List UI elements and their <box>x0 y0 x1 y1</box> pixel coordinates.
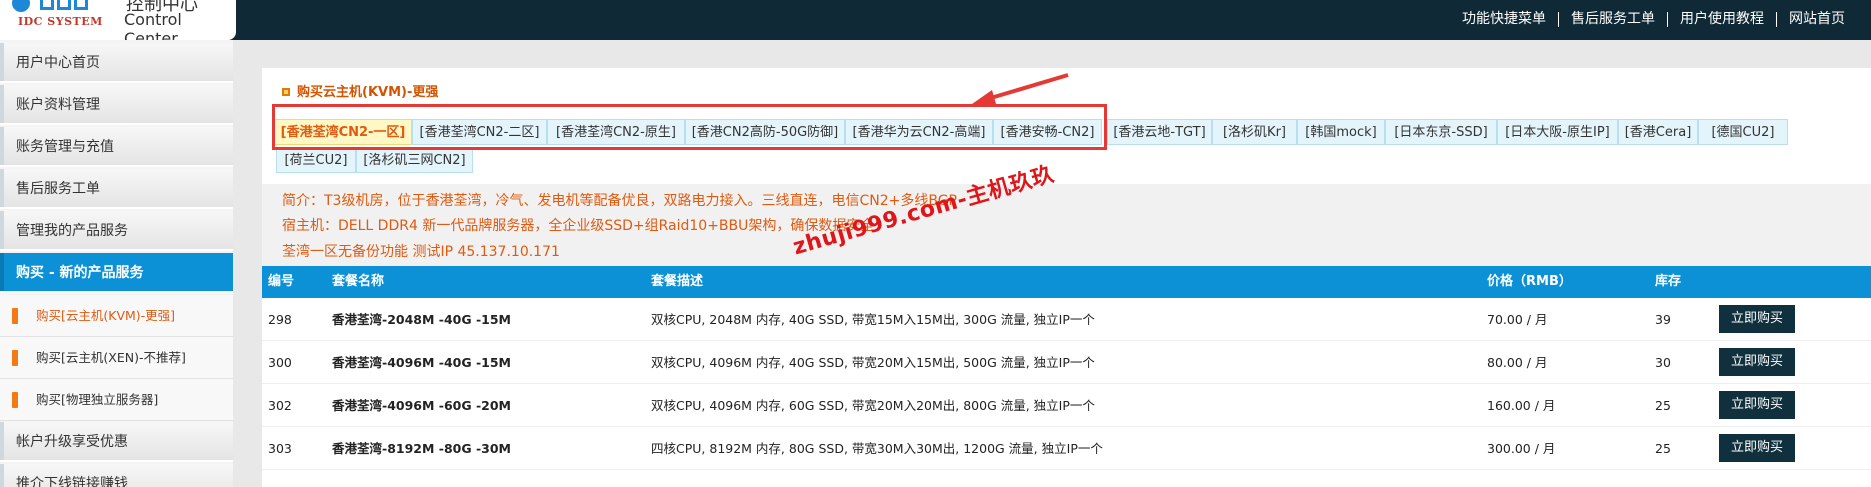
sidebar-item-buy[interactable]: 购买 - 新的产品服务 <box>0 253 233 293</box>
cell-stock: 25 <box>1655 398 1671 413</box>
tab-region[interactable]: [香港荃湾CN2-二区] <box>412 119 547 145</box>
sidebar-sub-label: 购买[物理独立服务器] <box>36 392 159 407</box>
cell-id: 300 <box>268 355 292 370</box>
buy-now-button[interactable]: 立即购买 <box>1719 391 1795 419</box>
header-desc: 套餐描述 <box>651 274 704 289</box>
title-square-icon <box>282 88 290 96</box>
tab-region[interactable]: [香港Cera] <box>1618 119 1698 145</box>
cell-price: 160.00 / 月 <box>1487 398 1556 413</box>
sidebar: 用户中心首页 账户资料管理 账务管理与充值 售后服务工单 管理我的产品服务 购买… <box>0 40 233 487</box>
cell-desc: 双核CPU, 4096M 内存, 60G SSD, 带宽20M入20M出, 80… <box>651 398 1095 413</box>
cell-price: 70.00 / 月 <box>1487 312 1548 327</box>
cell-name: 香港荃湾-4096M -40G -15M <box>332 355 511 370</box>
sidebar-item-home[interactable]: 用户中心首页 <box>0 43 233 83</box>
bullet-icon <box>12 308 18 324</box>
cell-stock: 25 <box>1655 441 1671 456</box>
sidebar-item-tickets[interactable]: 售后服务工单 <box>0 169 233 209</box>
annotation-arrow-icon <box>972 73 1069 104</box>
tab-region[interactable]: [洛杉矶三网CN2] <box>356 147 473 173</box>
sidebar-sub-kvm[interactable]: 购买[云主机(KVM)-更强] <box>0 295 233 337</box>
description-line: 宿主机：DELL DDR4 新一代品牌服务器，全企业级SSD+组Raid10+B… <box>282 218 875 234</box>
description-line: 荃湾一区无备份功能 测试IP 45.137.10.171 <box>282 244 560 260</box>
sidebar-item-billing[interactable]: 账务管理与充值 <box>0 127 233 167</box>
logo-mark-icon <box>40 0 110 12</box>
cell-id: 302 <box>268 398 292 413</box>
buy-now-button[interactable]: 立即购买 <box>1719 434 1795 462</box>
header-id: 编号 <box>268 274 295 289</box>
tab-region[interactable]: [香港CN2高防-50G防御] <box>685 119 845 145</box>
cell-desc: 双核CPU, 4096M 内存, 40G SSD, 带宽20M入15M出, 50… <box>651 355 1095 370</box>
tab-region[interactable]: [韩国mock] <box>1297 119 1385 145</box>
page-title: 购买云主机(KVM)-更强 <box>282 81 438 100</box>
table-row: 300 香港荃湾-4096M -40G -15M 双核CPU, 4096M 内存… <box>262 341 1871 384</box>
tab-region[interactable]: [香港荃湾CN2-一区] <box>274 119 412 145</box>
tab-region[interactable]: [洛杉矶Kr] <box>1212 119 1297 145</box>
product-description: 简介：T3级机房，位于香港荃湾，冷气、发电机等配备优良，双路电力接入。三线直连，… <box>262 184 1871 268</box>
sidebar-item-profile[interactable]: 账户资料管理 <box>0 85 233 125</box>
description-line: 简介：T3级机房，位于香港荃湾，冷气、发电机等配备优良，双路电力接入。三线直连，… <box>282 193 957 209</box>
sidebar-sub-dedicated[interactable]: 购买[物理独立服务器] <box>0 379 233 421</box>
table-row: 303 香港荃湾-8192M -80G -30M 四核CPU, 8192M 内存… <box>262 427 1871 470</box>
bullet-icon <box>12 392 18 408</box>
tab-region[interactable]: [荷兰CU2] <box>276 147 356 173</box>
cell-name: 香港荃湾-4096M -60G -20M <box>332 398 511 413</box>
cell-id: 303 <box>268 441 292 456</box>
sidebar-item-upgrade[interactable]: 帐户升级享受优惠 <box>0 422 233 462</box>
cell-stock: 30 <box>1655 355 1671 370</box>
header-name: 套餐名称 <box>332 274 385 289</box>
header-price: 价格（RMB） <box>1487 274 1572 289</box>
sidebar-sub-label: 购买[云主机(XEN)-不推荐] <box>36 350 186 365</box>
logo-dot-icon <box>12 0 30 12</box>
cell-price: 300.00 / 月 <box>1487 441 1556 456</box>
sidebar-sub-xen[interactable]: 购买[云主机(XEN)-不推荐] <box>0 337 233 379</box>
nav-quick-menu[interactable]: 功能快捷菜单 <box>1450 12 1559 27</box>
top-bar: 控制中心 IDC SYSTEM Control Center 功能快捷菜单 售后… <box>0 0 1871 48</box>
tab-region[interactable]: [香港荃湾CN2-原生] <box>547 119 685 145</box>
sidebar-sub-label: 购买[云主机(KVM)-更强] <box>36 308 176 323</box>
tab-region[interactable]: [香港华为云CN2-高端] <box>845 119 993 145</box>
cell-desc: 四核CPU, 8192M 内存, 80G SSD, 带宽30M入30M出, 12… <box>651 441 1103 456</box>
buy-now-button[interactable]: 立即购买 <box>1719 348 1795 376</box>
tab-region[interactable]: [日本东京-SSD] <box>1385 119 1497 145</box>
cell-id: 298 <box>268 312 292 327</box>
tab-region[interactable]: [德国CU2] <box>1698 119 1788 145</box>
buy-now-button[interactable]: 立即购买 <box>1719 305 1795 333</box>
header-stock: 库存 <box>1655 274 1682 289</box>
cell-desc: 双核CPU, 2048M 内存, 40G SSD, 带宽15M入15M出, 30… <box>651 312 1095 327</box>
logo[interactable]: 控制中心 IDC SYSTEM Control Center <box>0 0 236 48</box>
tab-region[interactable]: [香港云地-TGT] <box>1107 119 1212 145</box>
cell-name: 香港荃湾-8192M -80G -30M <box>332 441 511 456</box>
nav-tutorial[interactable]: 用户使用教程 <box>1668 12 1777 27</box>
table-row: 302 香港荃湾-4096M -60G -20M 双核CPU, 4096M 内存… <box>262 384 1871 427</box>
sidebar-item-referral[interactable]: 推介下线链接赚钱 <box>0 464 233 487</box>
tab-region[interactable]: [日本大阪-原生IP] <box>1497 119 1618 145</box>
page-title-text: 购买云主机(KVM)-更强 <box>297 85 439 100</box>
table-row: 298 香港荃湾-2048M -40G -15M 双核CPU, 2048M 内存… <box>262 298 1871 341</box>
nav-tickets[interactable]: 售后服务工单 <box>1559 12 1668 27</box>
cell-stock: 39 <box>1655 312 1671 327</box>
nav-home[interactable]: 网站首页 <box>1777 12 1845 27</box>
top-nav: 功能快捷菜单 售后服务工单 用户使用教程 网站首页 <box>1450 12 1845 27</box>
logo-system-text: IDC SYSTEM <box>18 15 103 28</box>
table-header: 编号 套餐名称 套餐描述 价格（RMB） 库存 <box>262 266 1871 298</box>
cell-name: 香港荃湾-2048M -40G -15M <box>332 312 511 327</box>
cell-price: 80.00 / 月 <box>1487 355 1548 370</box>
sidebar-item-products[interactable]: 管理我的产品服务 <box>0 211 233 251</box>
tab-region[interactable]: [香港安畅-CN2] <box>993 119 1102 145</box>
bullet-icon <box>12 350 18 366</box>
